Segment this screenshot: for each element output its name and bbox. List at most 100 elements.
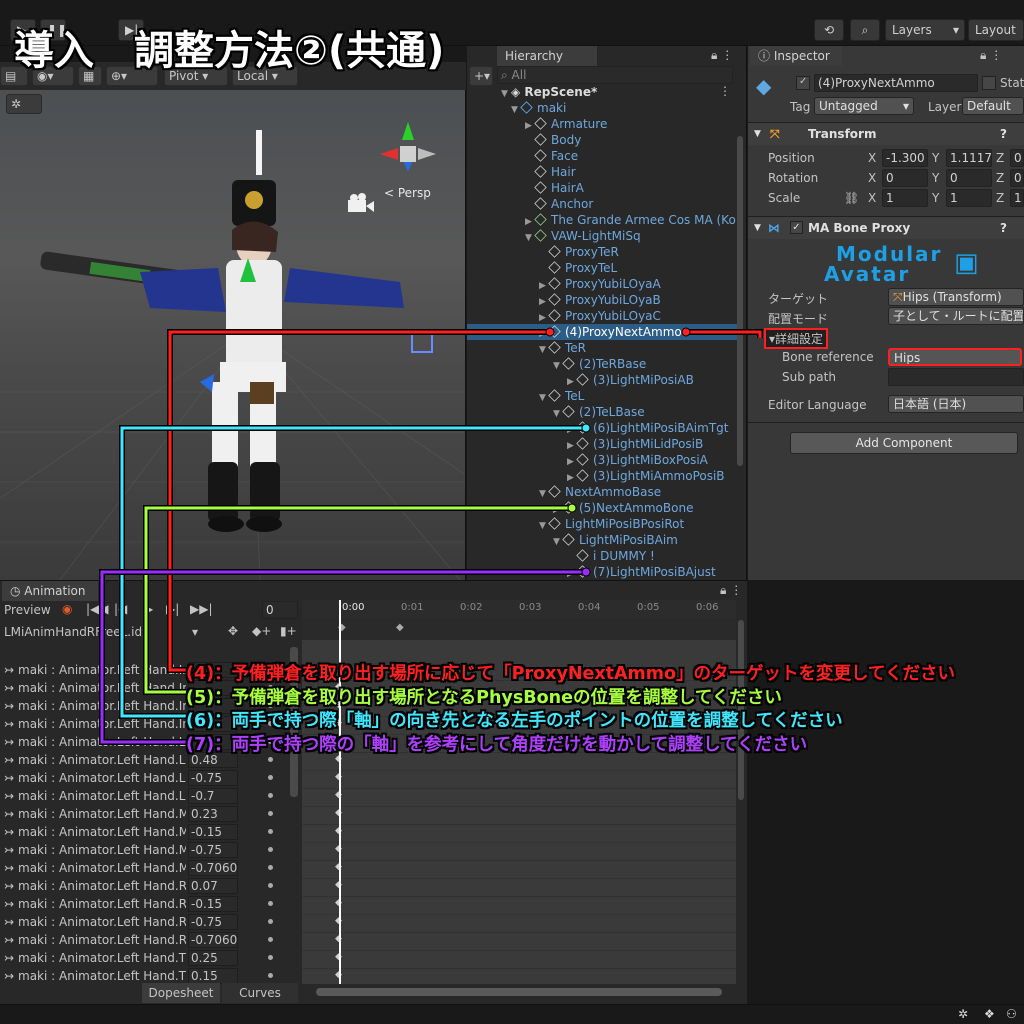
property-value-field[interactable]: -0.75 (188, 842, 238, 858)
next-key-icon[interactable]: ▶| (166, 602, 179, 616)
hierarchy-row[interactable]: ▼ LightMiPosiBPosiRot (467, 516, 737, 532)
hierarchy-row[interactable]: ▶ (5)NextAmmoBone (467, 500, 737, 516)
bug-icon[interactable]: ✲ (958, 1007, 968, 1021)
animation-property-row[interactable]: ↣ maki : Animator.Left Hand.T 0.25 (0, 949, 290, 967)
transform-header[interactable]: ▼ ⤧ Transform ? (748, 123, 1024, 145)
property-value-field[interactable]: -0.15 (188, 824, 238, 840)
hierarchy-row[interactable]: ▶ (7)LightMiPosiBAjust (467, 564, 737, 580)
keyframe-dot-icon[interactable] (268, 775, 273, 780)
hierarchy-row[interactable]: ProxyTeL (467, 260, 737, 276)
animation-property-row[interactable]: ↣ maki : Animator.Left Hand.R 0.07 (0, 877, 290, 895)
layers-icon[interactable]: ❖ (984, 1007, 995, 1021)
first-key-icon[interactable]: |◀◀ (86, 602, 109, 616)
keyframe-dot-icon[interactable] (268, 955, 273, 960)
keyframe-dot-icon[interactable] (268, 829, 273, 834)
property-value-field[interactable]: -0.7060 (188, 932, 238, 948)
hierarchy-row[interactable]: ▶ ProxyYubiLOyaC (467, 308, 737, 324)
hierarchy-row[interactable]: ▼ VAW-LightMiSq (467, 228, 737, 244)
lock-icon[interactable]: 🔒︎ ⋮ (980, 48, 1002, 63)
help-icon[interactable]: ? (1000, 123, 1007, 145)
hierarchy-search-input[interactable]: ⌕ All (497, 66, 733, 84)
keyframe-dot-icon[interactable] (268, 847, 273, 852)
property-value-field[interactable]: -0.7 (188, 788, 238, 804)
rotation-z-field[interactable]: 0 (1010, 169, 1024, 187)
hierarchy-row[interactable]: Hair (467, 164, 737, 180)
timeline-hscroll[interactable] (302, 984, 736, 1002)
property-value-field[interactable]: 0.25 (188, 950, 238, 966)
keyframe-dot-icon[interactable] (268, 919, 273, 924)
keyframe-dot-icon[interactable] (268, 757, 273, 762)
hierarchy-row[interactable]: Body (467, 132, 737, 148)
tab-hierarchy[interactable]: Hierarchy (497, 46, 597, 66)
keyframe-filter-icon[interactable]: ✥ (228, 624, 238, 638)
animation-property-row[interactable]: ↣ maki : Animator.Left Hand.R -0.7060 (0, 931, 290, 949)
hierarchy-row[interactable]: ▶ (3)LightMiAmmoPosiB (467, 468, 737, 484)
clip-dropdown[interactable]: LMiAnimHandRFreeL.id (4, 625, 142, 639)
active-checkbox[interactable]: ✓ (796, 76, 810, 90)
hierarchy-row[interactable]: i DUMMY ! (467, 548, 737, 564)
scale-z-field[interactable]: 1 (1010, 189, 1024, 207)
hierarchy-row[interactable]: ▼ LightMiPosiBAim (467, 532, 737, 548)
scene-menu-icon[interactable]: ⋮ (719, 84, 731, 98)
bone-proxy-header[interactable]: ▼ ⋈ ✓ MA Bone Proxy ? (748, 217, 1024, 239)
hierarchy-scrollbar[interactable] (737, 136, 743, 466)
add-event-icon[interactable]: ▮+ (280, 624, 297, 638)
link-icon[interactable]: ⛓ (844, 191, 859, 205)
animation-property-row[interactable]: ↣ maki : Animator.Left Hand.M -0.15 (0, 823, 290, 841)
keyframe-dot-icon[interactable] (268, 937, 273, 942)
event-lane[interactable]: ◆ ◆ (302, 618, 736, 640)
hierarchy-row[interactable]: ▶ (3)LightMiBoxPosiA (467, 452, 737, 468)
property-value-field[interactable]: -0.15 (188, 896, 238, 912)
animation-property-row[interactable]: ↣ maki : Animator.Left Hand.M -0.75 (0, 841, 290, 859)
network-icon[interactable]: ⚇ (1006, 1007, 1017, 1021)
frame-field[interactable]: 0 (262, 601, 298, 619)
hierarchy-row[interactable]: ▼ TeL (467, 388, 737, 404)
dopesheet-timeline[interactable]: 0:000:010:020:030:040:050:06 ◆ ◆ ◆◆◆◆◆◆◆… (302, 600, 736, 998)
hierarchy-row[interactable]: ▼ (2)TeLBase (467, 404, 737, 420)
property-value-field[interactable]: 0.15 (188, 968, 238, 984)
property-value-field[interactable]: -0.75 (188, 914, 238, 930)
property-value-field[interactable]: 0.23 (188, 806, 238, 822)
playhead[interactable] (339, 600, 341, 984)
keyframe-dot-icon[interactable] (268, 973, 273, 978)
animation-property-row[interactable]: ↣ maki : Animator.Left Hand.L -0.7 (0, 787, 290, 805)
hierarchy-row[interactable]: ▶ (3)LightMiPosiAB (467, 372, 737, 388)
last-key-icon[interactable]: ▶▶| (190, 602, 213, 616)
layers-dropdown[interactable]: Layers ▾ (885, 19, 965, 41)
hierarchy-row[interactable]: ▼ TeR (467, 340, 737, 356)
scale-y-field[interactable]: 1 (946, 189, 992, 207)
animation-property-row[interactable]: ↣ maki : Animator.Left Hand.M -0.7060 (0, 859, 290, 877)
hierarchy-row[interactable]: ▶ Armature (467, 116, 737, 132)
keyframe-dot-icon[interactable] (268, 901, 273, 906)
record-icon[interactable]: ◉ (62, 602, 72, 616)
hierarchy-row[interactable]: ProxyTeR (467, 244, 737, 260)
keyframe-dot-icon[interactable] (268, 793, 273, 798)
property-value-field[interactable]: 0.07 (188, 878, 238, 894)
hierarchy-row[interactable]: ▶ The Grande Armee Cos MA (Ko (467, 212, 737, 228)
rotation-y-field[interactable]: 0 (946, 169, 992, 187)
tab-curves[interactable]: Curves (222, 983, 298, 1003)
animation-property-row[interactable]: ↣ maki : Animator.Left Hand.M 0.23 (0, 805, 290, 823)
property-value-field[interactable]: -0.7060 (188, 860, 238, 876)
hierarchy-row[interactable]: ▶ (4)ProxyNextAmmo (467, 324, 737, 340)
keyframe-dot-icon[interactable] (268, 883, 273, 888)
layer-dropdown[interactable]: Default (962, 97, 1024, 115)
history-button[interactable]: ⟲ (814, 19, 844, 41)
hierarchy-row[interactable]: ▶ (6)LightMiPosiBAimTgt (467, 420, 737, 436)
scale-x-field[interactable]: 1 (882, 189, 928, 207)
tab-inspector[interactable]: ⓘ Inspector (750, 46, 842, 66)
tag-dropdown[interactable]: Untagged ▾ (814, 97, 914, 115)
timeline-vscroll[interactable] (736, 600, 746, 984)
hierarchy-row[interactable]: ▶ (3)LightMiLidPosiB (467, 436, 737, 452)
tab-animation[interactable]: ◷ Animation (2, 581, 98, 601)
hierarchy-row[interactable]: ▼ (2)TeRBase (467, 356, 737, 372)
prev-key-icon[interactable]: |◀ (114, 602, 127, 616)
lock-icon[interactable]: 🔒︎ ⋮ (720, 583, 742, 598)
object-name-field[interactable]: (4)ProxyNextAmmo (814, 74, 978, 92)
chevron-right-icon[interactable]: ▶ (567, 566, 577, 580)
scene-view[interactable]: < Persp (0, 62, 466, 580)
animation-property-row[interactable]: ↣ maki : Animator.Left Hand.R -0.15 (0, 895, 290, 913)
tool-handle-button[interactable]: ✲ (6, 94, 42, 114)
editor-language-dropdown[interactable]: 日本語 (日本) (888, 395, 1024, 413)
target-field[interactable]: ⤧Hips (Transform) (888, 288, 1024, 306)
